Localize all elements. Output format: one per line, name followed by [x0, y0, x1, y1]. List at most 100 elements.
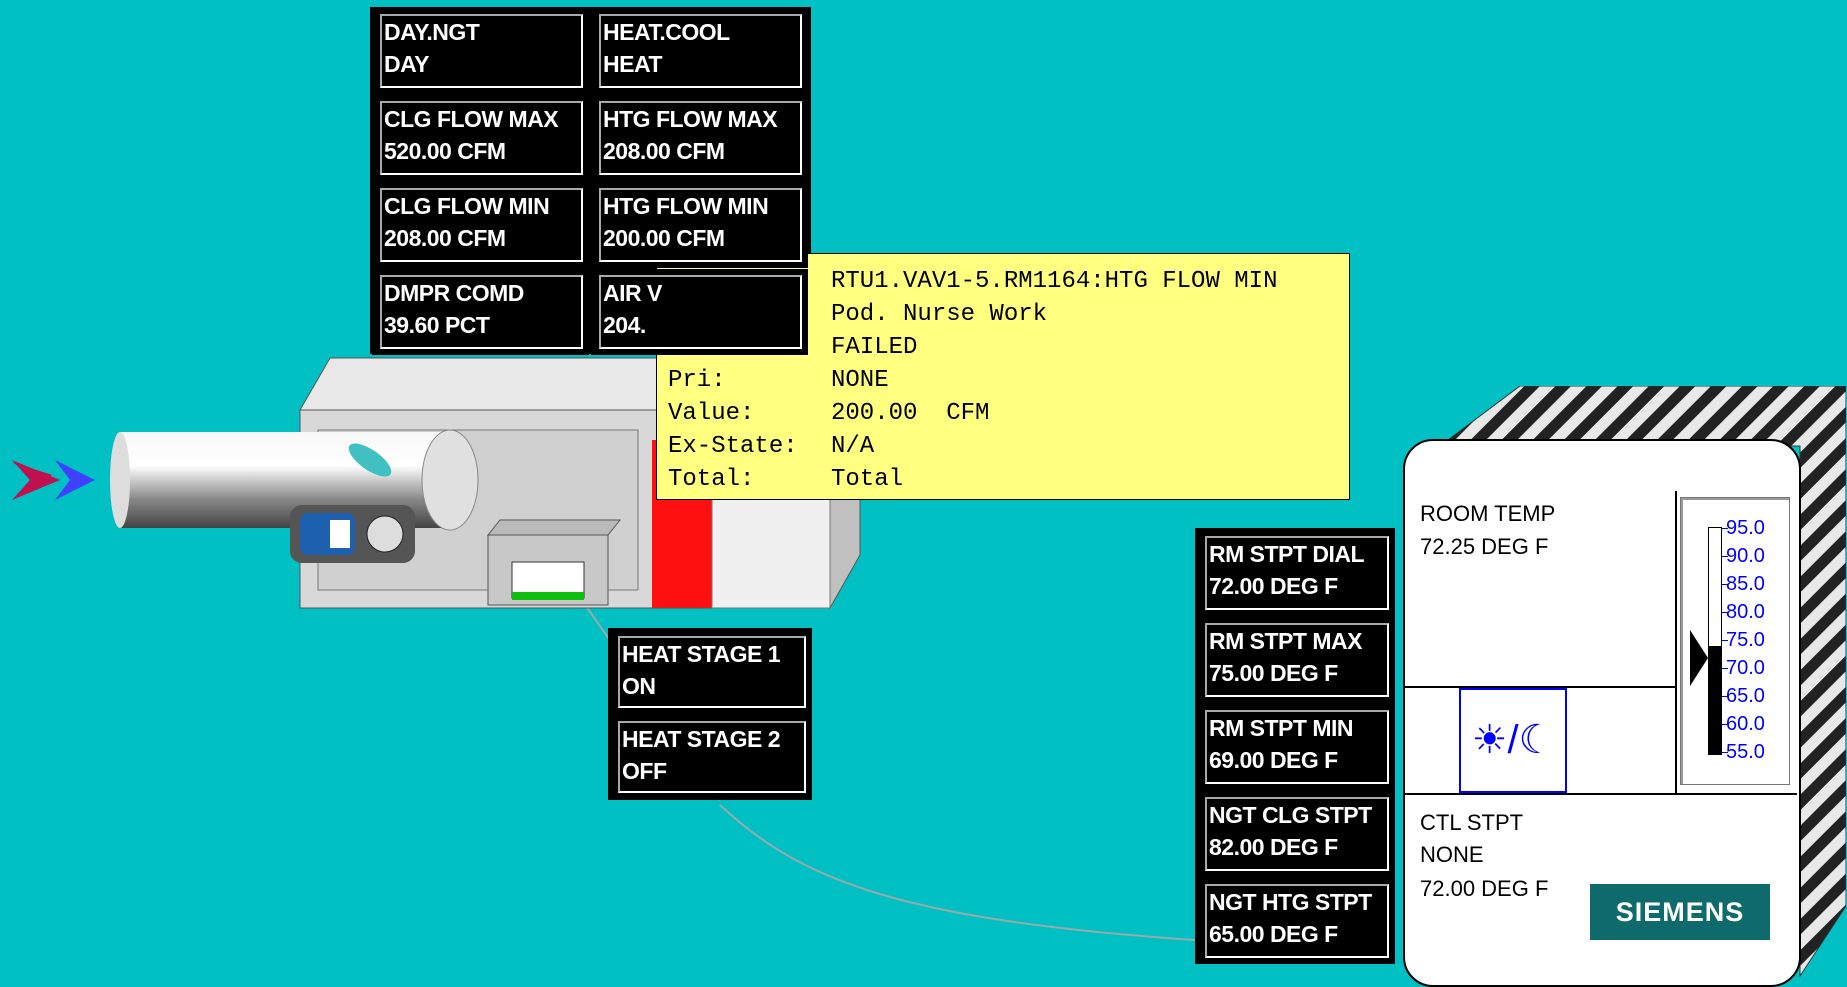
point-top-5[interactable]: HTG FLOW MIN 200.00 CFM: [591, 182, 808, 268]
scale-tick: [1722, 528, 1728, 529]
point-stpt-3[interactable]: NGT CLG STPT 82.00 DEG F: [1197, 791, 1395, 877]
point-heat-1[interactable]: HEAT STAGE 2 OFF: [610, 715, 812, 799]
siemens-logo: SIEMENS: [1590, 884, 1770, 940]
point-name: HEAT STAGE 2: [622, 726, 781, 752]
point-name: RM STPT MAX: [1209, 628, 1362, 654]
point-value: 72.00 DEG F: [1209, 573, 1338, 599]
tooltip-row: Ex-State: N/A: [668, 430, 1349, 463]
ctl-stpt-value[interactable]: 72.00 DEG F: [1420, 872, 1548, 905]
point-value: HEAT: [603, 51, 662, 77]
room-temp-value[interactable]: 72.25 DEG F: [1420, 530, 1548, 563]
point-name: NGT HTG STPT: [1209, 889, 1372, 915]
scale-tick-label: 85.0: [1726, 573, 1765, 595]
point-display: HTG FLOW MIN 200.00 CFM: [599, 188, 802, 262]
point-stpt-1[interactable]: RM STPT MAX 75.00 DEG F: [1197, 617, 1395, 703]
scale-tick-label: 55.0: [1726, 741, 1765, 763]
point-name: RM STPT MIN: [1209, 715, 1354, 741]
point-display: DMPR COMD 39.60 PCT: [380, 275, 583, 349]
scale-tick: [1722, 724, 1728, 725]
point-top-7[interactable]: AIR V 204.: [591, 269, 808, 355]
point-name: CLG FLOW MAX: [384, 106, 559, 132]
point-display: RM STPT DIAL 72.00 DEG F: [1205, 536, 1389, 610]
tooltip-row: Pri: NONE: [668, 364, 1349, 397]
point-value: 69.00 DEG F: [1209, 747, 1338, 773]
scale-tick: [1722, 556, 1728, 557]
scale-tick-label: 65.0: [1726, 685, 1765, 707]
tooltip-key: Total:: [668, 466, 755, 493]
tooltip-value: Pod. Nurse Work: [831, 301, 1048, 328]
scale-tick-label: 75.0: [1726, 629, 1765, 651]
tooltip-value: Total: [831, 466, 904, 493]
tooltip-value: RTU1.VAV1-5.RM1164:HTG FLOW MIN: [831, 268, 1278, 295]
ctl-stpt-status: NONE: [1420, 842, 1484, 867]
point-display: RM STPT MAX 75.00 DEG F: [1205, 623, 1389, 697]
point-value: DAY: [384, 51, 429, 77]
point-top-6[interactable]: DMPR COMD 39.60 PCT: [372, 269, 589, 355]
point-value: 75.00 DEG F: [1209, 660, 1338, 686]
point-name: HTG FLOW MIN: [603, 193, 769, 219]
point-value: 82.00 DEG F: [1209, 834, 1338, 860]
setpoint-pointer-icon: [1690, 630, 1708, 686]
scale-tick-label: 80.0: [1726, 601, 1765, 623]
point-display: CLG FLOW MIN 208.00 CFM: [380, 188, 583, 262]
scale-tick-label: 70.0: [1726, 657, 1765, 679]
point-name: DMPR COMD: [384, 280, 524, 306]
point-heat-0[interactable]: HEAT STAGE 1 ON: [610, 630, 812, 714]
point-display: HEAT.COOL HEAT: [599, 14, 802, 88]
tooltip-value: NONE: [831, 367, 889, 394]
point-top-2[interactable]: CLG FLOW MAX 520.00 CFM: [372, 95, 589, 181]
tooltip-key: Ex-State:: [668, 433, 798, 460]
point-top-0[interactable]: DAY.NGT DAY: [372, 8, 589, 94]
point-value: 204.: [603, 312, 646, 338]
thermostat-divider-h2: [1405, 793, 1797, 795]
tooltip-row: Value: 200.00 CFM: [668, 397, 1349, 430]
point-display: NGT HTG STPT 65.00 DEG F: [1205, 884, 1389, 958]
point-display: HTG FLOW MAX 208.00 CFM: [599, 101, 802, 175]
point-value: 65.00 DEG F: [1209, 921, 1338, 947]
point-top-1[interactable]: HEAT.COOL HEAT: [591, 8, 808, 94]
point-stpt-4[interactable]: NGT HTG STPT 65.00 DEG F: [1197, 878, 1395, 964]
scale-tick: [1722, 668, 1728, 669]
scale-tick: [1722, 612, 1728, 613]
point-display: AIR V 204.: [599, 275, 802, 349]
point-name: HEAT STAGE 1: [622, 641, 781, 667]
point-value: 200.00 CFM: [603, 225, 725, 251]
point-name: CLG FLOW MIN: [384, 193, 550, 219]
point-stpt-0[interactable]: RM STPT DIAL 72.00 DEG F: [1197, 530, 1395, 616]
point-name: DAY.NGT: [384, 19, 480, 45]
sun-moon-icon: ☀/☾: [1471, 718, 1555, 762]
point-top-3[interactable]: HTG FLOW MAX 208.00 CFM: [591, 95, 808, 181]
point-display: CLG FLOW MAX 520.00 CFM: [380, 101, 583, 175]
ctl-stpt-label: CTL STPT: [1420, 810, 1524, 835]
scale-tick: [1722, 640, 1728, 641]
scale-tick-label: 95.0: [1726, 517, 1765, 539]
point-display: DAY.NGT DAY: [380, 14, 583, 88]
point-value: 520.00 CFM: [384, 138, 506, 164]
point-display: HEAT STAGE 2 OFF: [618, 721, 806, 793]
point-value: ON: [622, 673, 656, 699]
point-name: HEAT.COOL: [603, 19, 730, 45]
scale-tick: [1722, 696, 1728, 697]
point-name: HTG FLOW MAX: [603, 106, 778, 132]
scale-tick: [1722, 752, 1728, 753]
tooltip-row: Total: Total: [668, 463, 1349, 496]
point-value: 39.60 PCT: [384, 312, 490, 338]
day-night-button[interactable]: ☀/☾: [1459, 688, 1567, 793]
point-stpt-2[interactable]: RM STPT MIN 69.00 DEG F: [1197, 704, 1395, 790]
tooltip-key: Pri:: [668, 367, 726, 394]
thermostat-divider-vertical: [1675, 491, 1677, 793]
point-name: NGT CLG STPT: [1209, 802, 1372, 828]
point-name: RM STPT DIAL: [1209, 541, 1365, 567]
point-name: AIR V: [603, 280, 662, 306]
tooltip-value: 200.00 CFM: [831, 400, 990, 427]
point-display: NGT CLG STPT 82.00 DEG F: [1205, 797, 1389, 871]
point-display: RM STPT MIN 69.00 DEG F: [1205, 710, 1389, 784]
tooltip-key: Value:: [668, 400, 755, 427]
point-value: OFF: [622, 758, 667, 784]
tooltip-value: N/A: [831, 433, 875, 460]
scale-tick: [1722, 584, 1728, 585]
point-top-4[interactable]: CLG FLOW MIN 208.00 CFM: [372, 182, 589, 268]
thermometer-fill: [1708, 646, 1722, 755]
scale-tick-label: 90.0: [1726, 545, 1765, 567]
point-value: 208.00 CFM: [384, 225, 506, 251]
